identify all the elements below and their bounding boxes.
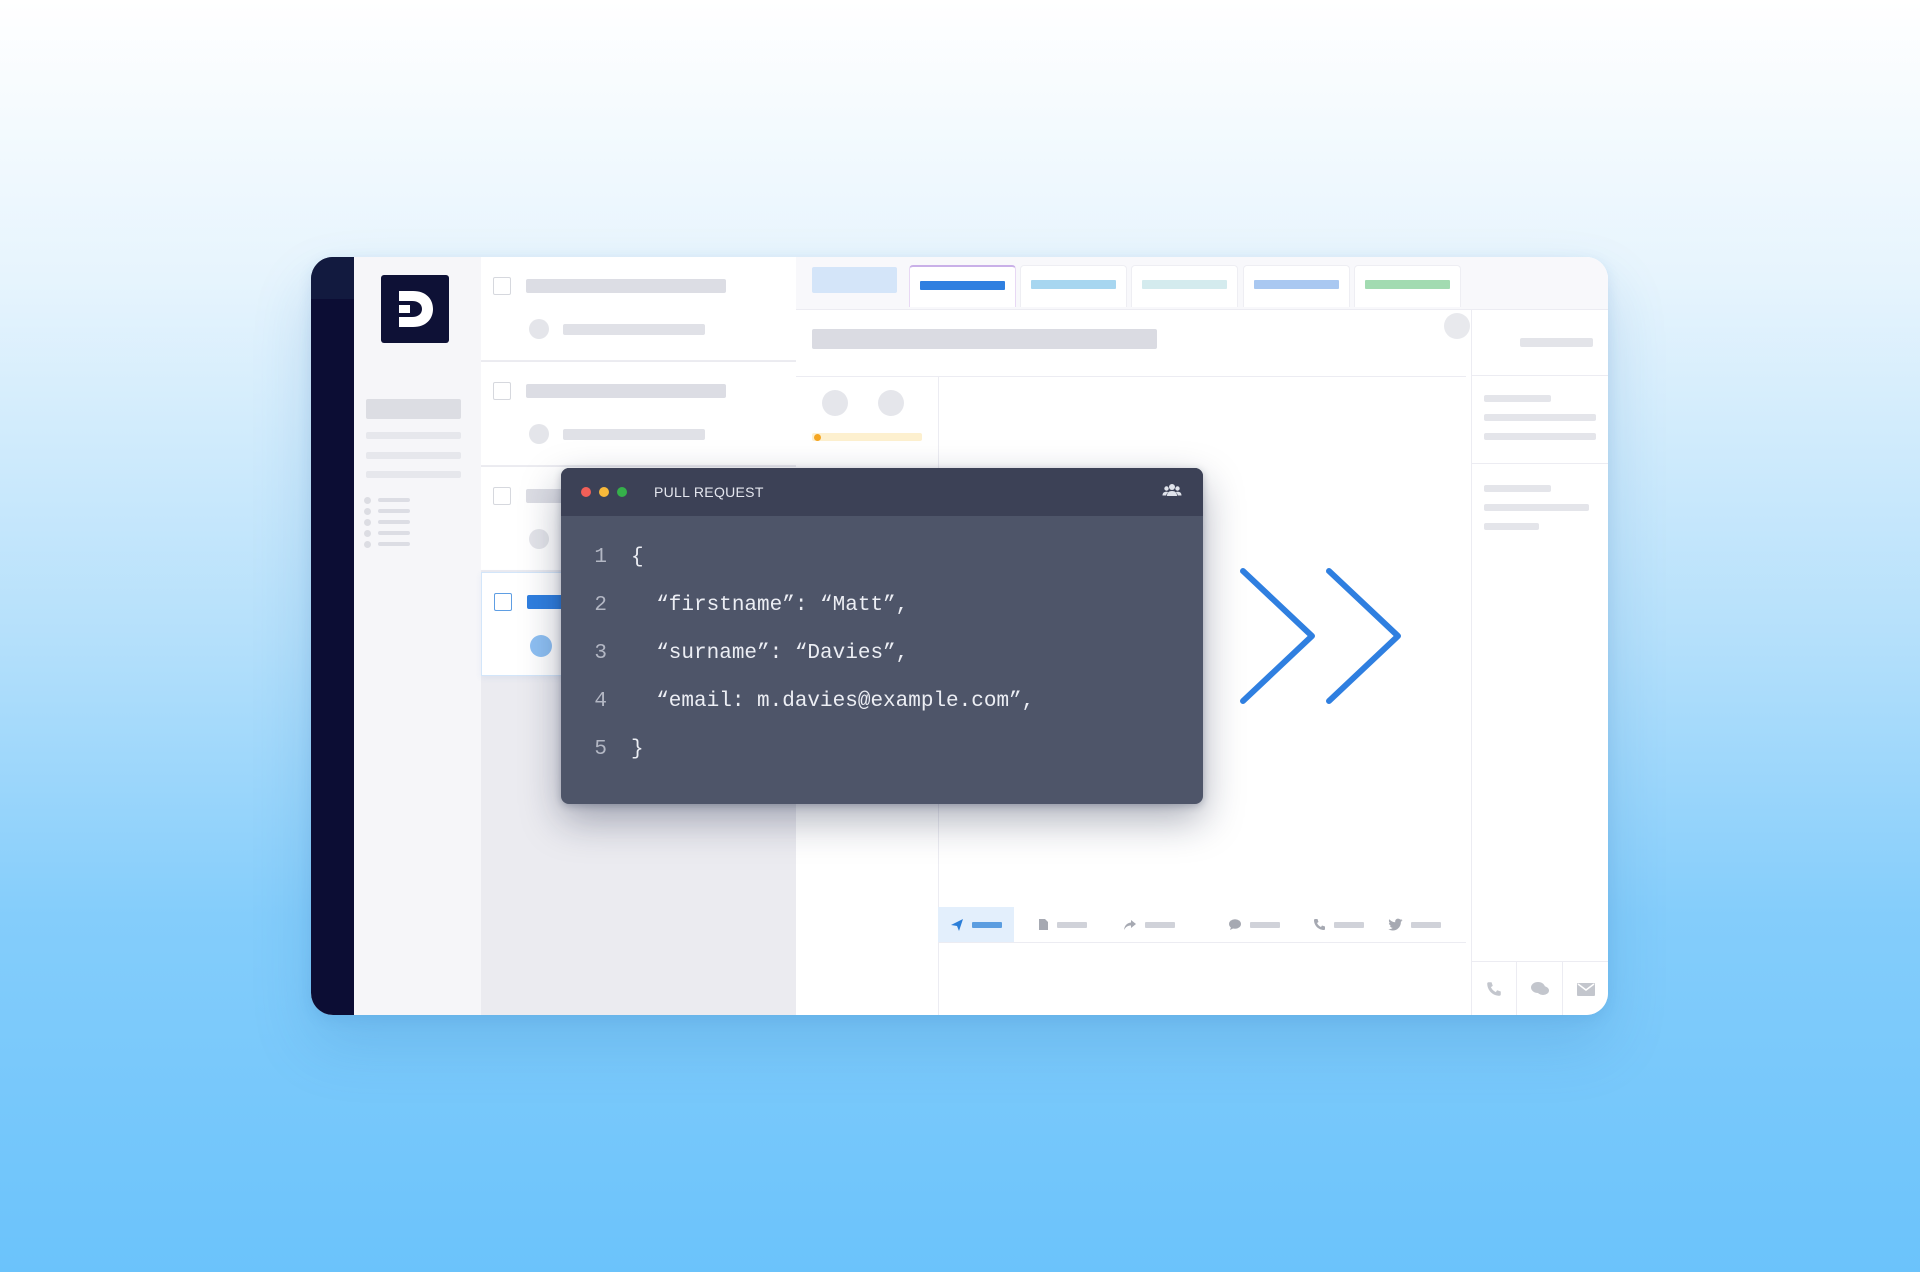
chat-button[interactable] <box>1517 962 1563 1015</box>
reply-tab-note[interactable] <box>1038 907 1087 942</box>
close-dot[interactable] <box>581 487 591 497</box>
reply-tab-phone[interactable] <box>1313 907 1364 942</box>
nav-rail <box>311 257 354 1015</box>
minimize-dot[interactable] <box>599 487 609 497</box>
tab-new[interactable] <box>812 267 897 293</box>
list-item[interactable] <box>481 362 796 466</box>
ticket-header <box>796 309 1470 377</box>
sidebar <box>354 257 481 1015</box>
avatar <box>878 390 904 416</box>
tab[interactable] <box>1131 265 1238 307</box>
tab[interactable] <box>1354 265 1461 307</box>
reply-tab-forward[interactable] <box>1123 907 1175 942</box>
phone-icon <box>1314 919 1325 930</box>
list-item-checkbox[interactable] <box>493 487 511 505</box>
note-icon <box>1039 919 1048 930</box>
reply-tab-send[interactable] <box>938 907 1014 942</box>
reply-tab-twitter[interactable] <box>1388 907 1441 942</box>
twitter-icon <box>1388 918 1403 931</box>
send-icon <box>951 918 963 931</box>
list-item-checkbox[interactable] <box>493 277 511 295</box>
avatar <box>822 390 848 416</box>
tab-bar <box>796 257 1608 310</box>
logo-d-icon <box>399 291 433 327</box>
call-button[interactable] <box>1471 962 1517 1015</box>
reply-tab-chat[interactable] <box>1228 907 1280 942</box>
phone-icon <box>1486 982 1501 996</box>
tab[interactable] <box>1020 265 1127 307</box>
chat-icon <box>1530 982 1549 995</box>
chat-icon <box>1229 919 1241 930</box>
code-window-title: PULL REQUEST <box>654 484 764 500</box>
list-item-checkbox[interactable] <box>494 593 512 611</box>
email-button[interactable] <box>1563 962 1608 1015</box>
list-item-checkbox[interactable] <box>493 382 511 400</box>
list-item[interactable] <box>481 257 796 361</box>
team-icon[interactable] <box>1162 482 1182 498</box>
code-titlebar: PULL REQUEST <box>561 468 1203 516</box>
maximize-dot[interactable] <box>617 487 627 497</box>
double-chevron-right-icon <box>1240 568 1401 704</box>
app-logo[interactable] <box>381 275 449 343</box>
code-window: PULL REQUEST 1{ 2 “firstname”: “Matt”, 3… <box>561 468 1203 804</box>
contact-actions <box>1471 961 1608 1015</box>
forward-icon <box>1124 919 1136 930</box>
avatar[interactable] <box>1444 313 1470 339</box>
tab[interactable] <box>1243 265 1350 307</box>
tab-active[interactable] <box>909 265 1016 307</box>
mail-icon <box>1577 982 1595 996</box>
reply-toolbar <box>938 907 1466 943</box>
